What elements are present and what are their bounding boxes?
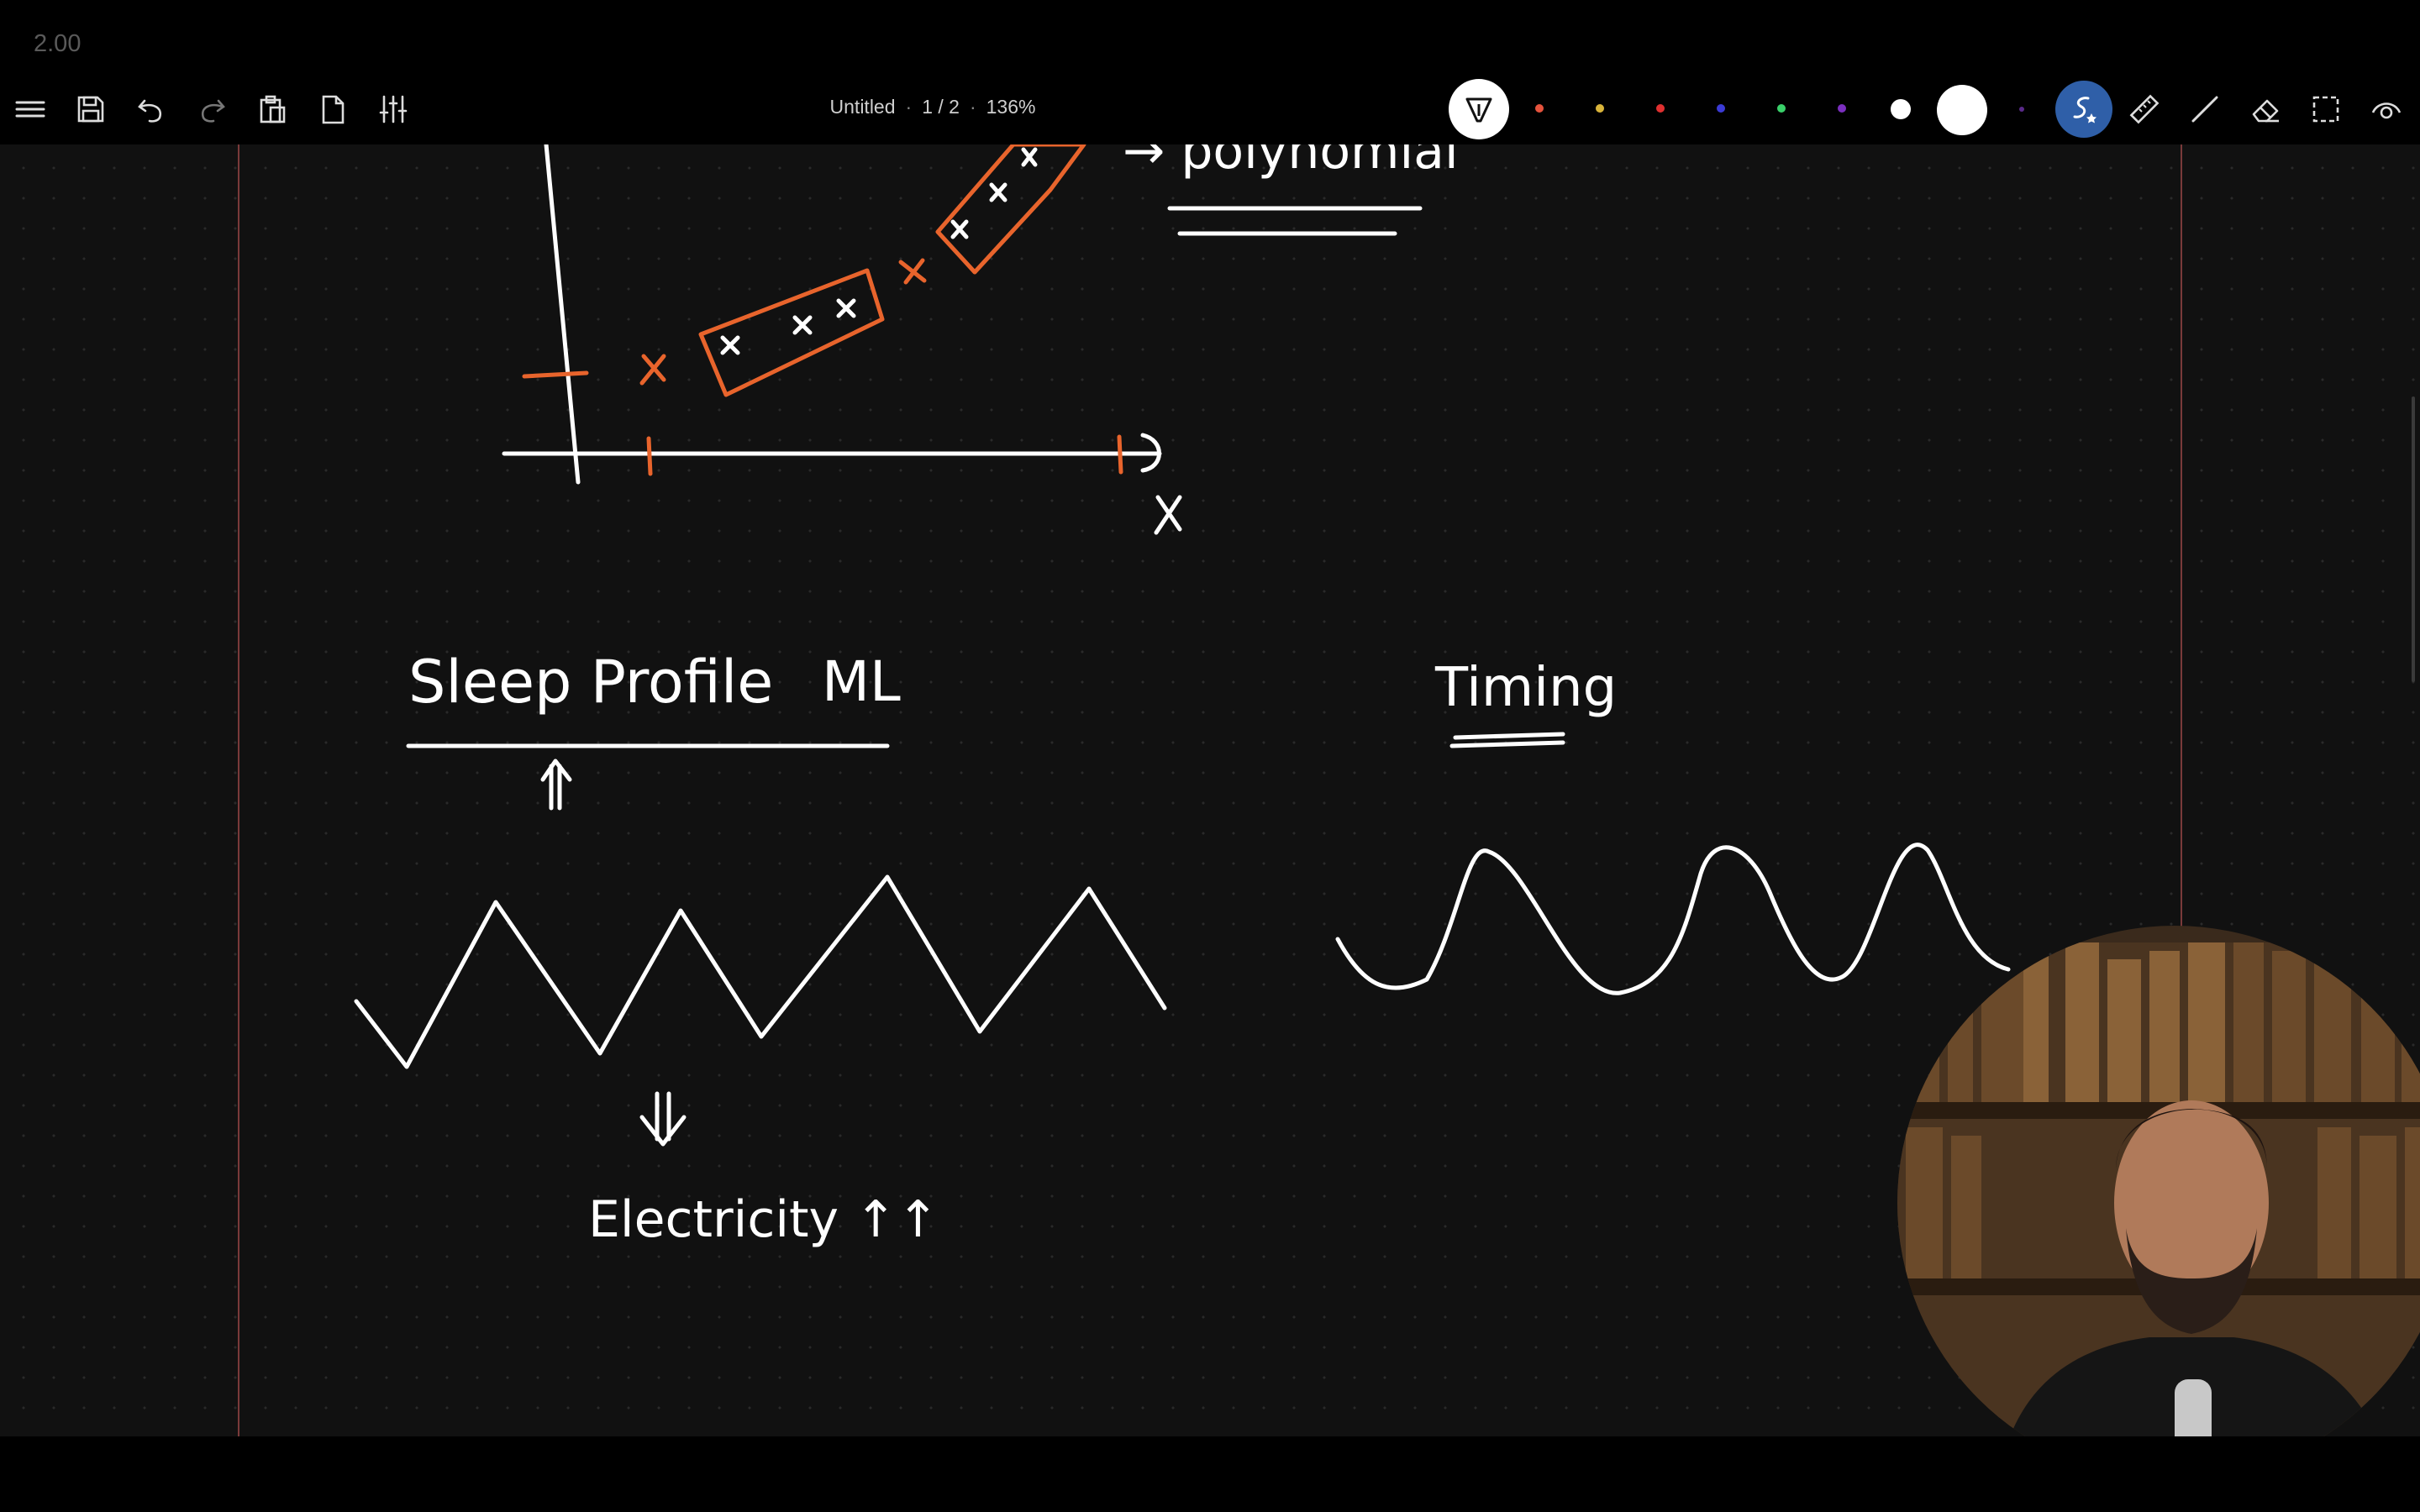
y-axis-line xyxy=(544,144,581,485)
pen-color-2[interactable] xyxy=(1596,104,1604,113)
highlight-point-mark xyxy=(639,354,666,386)
sleep-profile-label: Sleep Profile xyxy=(408,648,773,717)
pen-size-small[interactable] xyxy=(2019,107,2024,112)
electricity-label: Electricity ↑↑ xyxy=(588,1190,939,1249)
shape-recognition-icon[interactable] xyxy=(2055,81,2112,138)
highlight-selection-box xyxy=(935,144,1086,275)
pen-size-medium[interactable] xyxy=(1891,99,1911,119)
pen-color-4[interactable] xyxy=(1717,104,1725,113)
ruler-icon[interactable] xyxy=(2126,91,2163,128)
page-indicator: 1 / 2 xyxy=(922,96,960,118)
document-name: Untitled xyxy=(829,96,896,118)
zoom-level: 136% xyxy=(986,96,1036,118)
highlight-point-mark xyxy=(898,258,927,285)
timing-label: Timing xyxy=(1434,657,1617,719)
underline xyxy=(1449,740,1565,748)
pen-color-1[interactable] xyxy=(1535,104,1544,113)
point-mark xyxy=(720,335,740,355)
point-mark xyxy=(1021,147,1038,167)
point-mark xyxy=(836,298,856,318)
bottom-bar xyxy=(0,1436,2420,1512)
highlight-tick xyxy=(646,436,653,476)
underline xyxy=(1453,732,1565,740)
line-tool-icon[interactable] xyxy=(2186,91,2223,128)
highlight-tick xyxy=(1117,434,1123,475)
playback-speed: 2.00 xyxy=(34,30,82,57)
point-mark xyxy=(989,182,1007,202)
pen-size-large[interactable] xyxy=(1937,85,1987,135)
pen-color-3[interactable] xyxy=(1656,104,1665,113)
point-mark xyxy=(792,315,813,335)
ml-label: ML xyxy=(822,649,901,714)
arrow-mark xyxy=(540,759,572,811)
highlight-selection-box xyxy=(698,268,885,397)
view-mode-icon[interactable] xyxy=(2368,91,2405,128)
eraser-icon[interactable] xyxy=(2247,91,2284,128)
vertical-scrollbar[interactable] xyxy=(2412,396,2415,682)
x-axis-label-mark xyxy=(1154,495,1182,535)
pen-color-6[interactable] xyxy=(1838,104,1846,113)
point-mark xyxy=(950,219,969,239)
top-toolbar: 2.00 Untitled · 1 / 2 · 136% xyxy=(0,0,2420,144)
highlight-tick xyxy=(522,370,589,379)
lasso-select-icon[interactable] xyxy=(2307,91,2344,128)
pen-tool-icon[interactable] xyxy=(1449,79,1509,139)
arrow-mark xyxy=(639,1091,687,1147)
polynomial-label: → polynomial xyxy=(1123,144,1459,181)
document-title-bar: Untitled · 1 / 2 · 136% xyxy=(829,96,1036,118)
pen-color-5[interactable] xyxy=(1777,104,1786,113)
zigzag-curve xyxy=(354,874,1167,1069)
